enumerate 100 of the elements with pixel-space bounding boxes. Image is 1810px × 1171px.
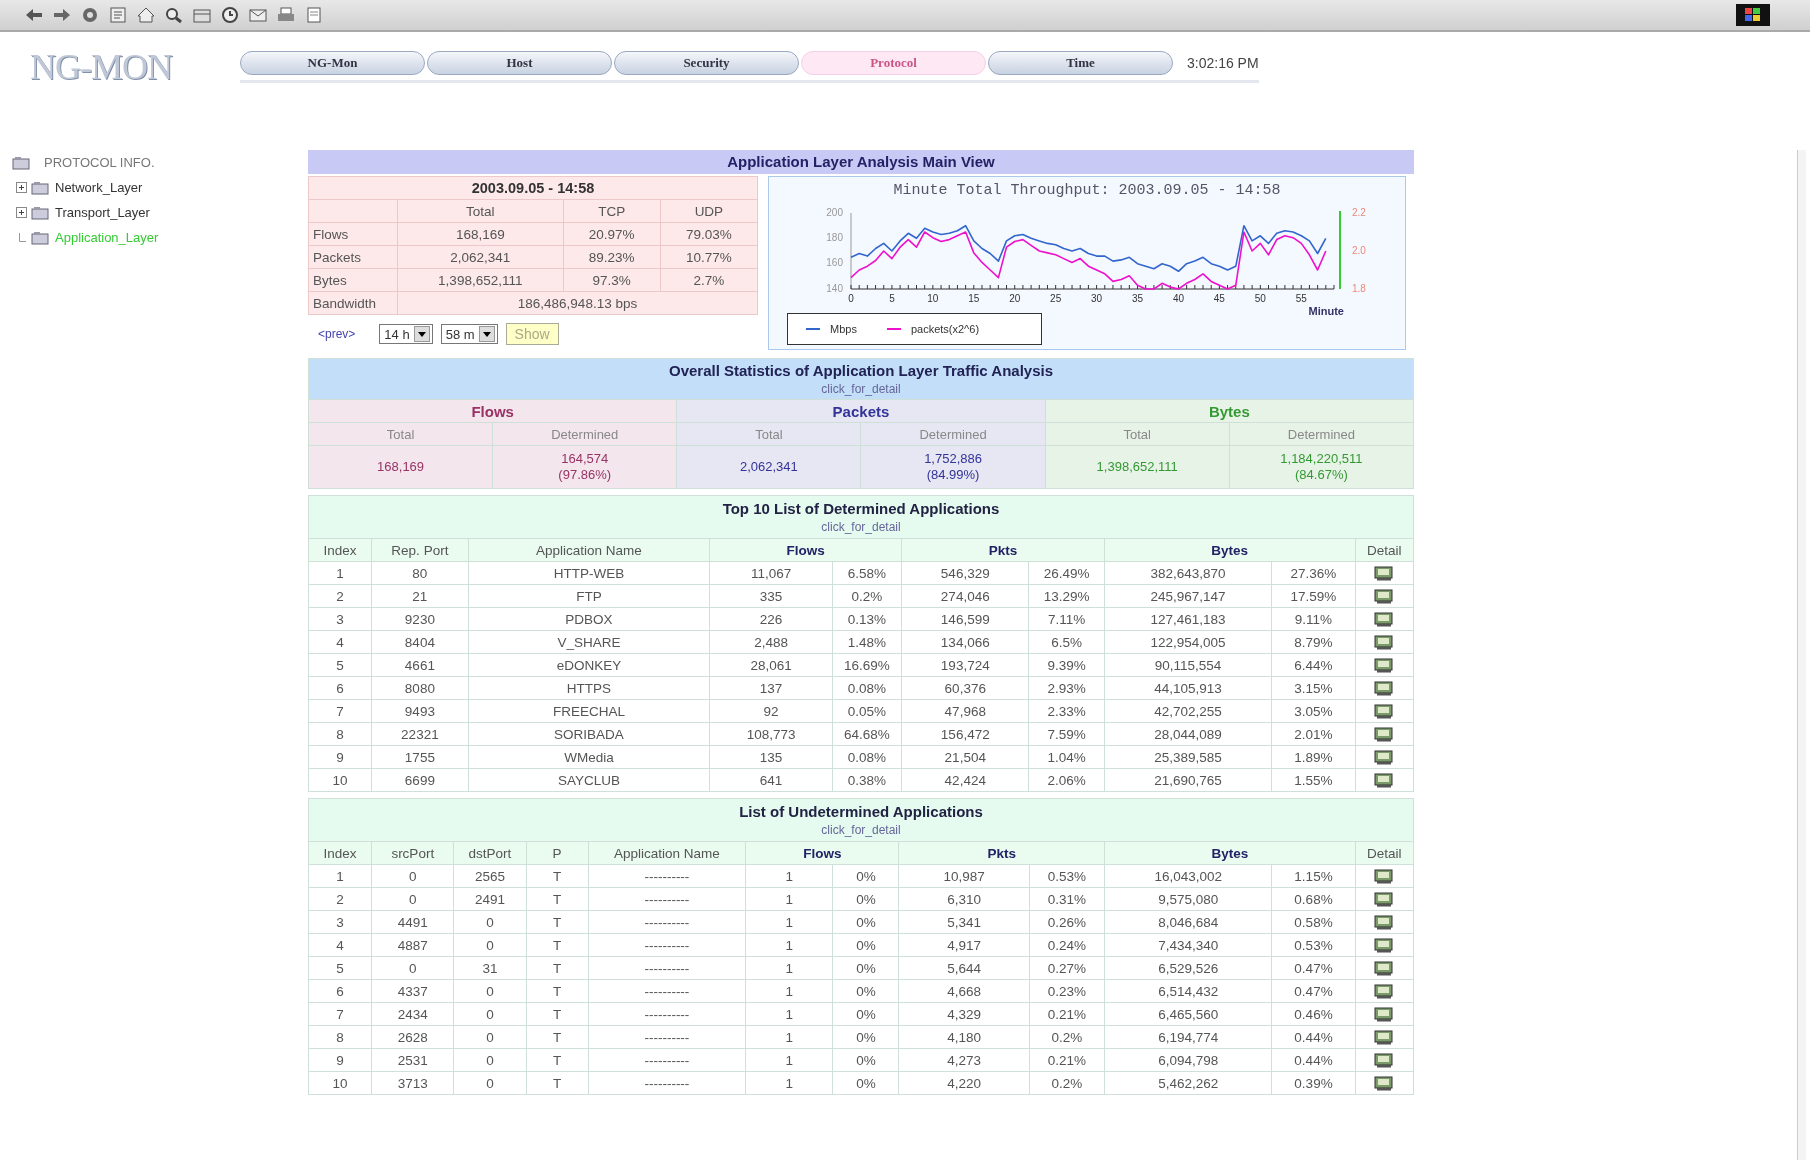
table-cell: 9 bbox=[308, 745, 372, 769]
nav-tab[interactable]: NG-Mon bbox=[240, 51, 425, 75]
monitor-icon[interactable] bbox=[1374, 749, 1395, 765]
table-cell: 21,690,765 bbox=[1104, 768, 1272, 792]
table-cell: 97.3% bbox=[563, 268, 661, 292]
table-cell: 546,329 bbox=[901, 561, 1029, 585]
detail-link[interactable]: click_for_detail bbox=[821, 382, 901, 396]
table-cell: 3 bbox=[308, 910, 372, 934]
page-icon[interactable] bbox=[304, 6, 324, 24]
house-icon[interactable] bbox=[136, 6, 156, 24]
monitor-icon[interactable] bbox=[1374, 565, 1395, 581]
legend-label: packets(x2^6) bbox=[910, 323, 980, 335]
table-cell: 6.44% bbox=[1271, 653, 1356, 677]
table-cell: 27.36% bbox=[1271, 561, 1356, 585]
table-cell: eDONKEY bbox=[468, 653, 710, 677]
detail-link[interactable]: click_for_detail bbox=[821, 823, 901, 837]
table-cell: 16.69% bbox=[832, 653, 902, 677]
x-tick-label: 5 bbox=[889, 293, 896, 304]
table-cell: 6,514,432 bbox=[1104, 979, 1272, 1003]
table-cell: T bbox=[526, 1071, 589, 1095]
tree-root[interactable]: PROTOCOL INFO. bbox=[44, 155, 155, 170]
y-tick-label: 160 bbox=[826, 257, 844, 269]
minute-select[interactable]: 58 m bbox=[440, 324, 498, 344]
monitor-icon[interactable] bbox=[1374, 914, 1395, 930]
column-header: Total bbox=[308, 422, 493, 446]
table-cell: ---------- bbox=[588, 887, 746, 911]
x-tick-label: 50 bbox=[1254, 293, 1267, 304]
table-cell: 2,488 bbox=[709, 630, 833, 654]
table-cell: 0.08% bbox=[832, 676, 902, 700]
table-cell: 2434 bbox=[371, 1002, 454, 1026]
printer-icon[interactable] bbox=[276, 6, 296, 24]
cell-percent: (97.86%) bbox=[557, 467, 613, 483]
monitor-icon[interactable] bbox=[1374, 657, 1395, 673]
monitor-icon[interactable] bbox=[1374, 680, 1395, 696]
right-arrow-icon[interactable] bbox=[52, 6, 72, 24]
table-cell: 20.97% bbox=[563, 222, 661, 246]
table-cell: 10 bbox=[308, 768, 372, 792]
table-cell: 1 bbox=[745, 1071, 833, 1095]
table-cell: 137 bbox=[709, 676, 833, 700]
table-cell: 9230 bbox=[371, 607, 469, 631]
table-cell: T bbox=[526, 1025, 589, 1049]
clock-icon[interactable] bbox=[220, 6, 240, 24]
nav-tab[interactable]: Host bbox=[427, 51, 612, 75]
table-cell: 22321 bbox=[371, 722, 469, 746]
table-cell: 5,644 bbox=[898, 956, 1030, 980]
table-cell: 0 bbox=[371, 887, 454, 911]
cell-value: 1,752,886 bbox=[923, 451, 983, 467]
left-arrow-icon[interactable] bbox=[24, 6, 44, 24]
group-header: Bytes bbox=[1045, 399, 1414, 423]
monitor-icon[interactable] bbox=[1374, 983, 1395, 999]
monitor-icon[interactable] bbox=[1374, 960, 1395, 976]
x-tick-label: 45 bbox=[1213, 293, 1226, 304]
table-cell: 8404 bbox=[371, 630, 469, 654]
table-cell: 0.05% bbox=[832, 699, 902, 723]
monitor-icon[interactable] bbox=[1374, 611, 1395, 627]
scroll-bar[interactable] bbox=[1797, 150, 1806, 1160]
detail-link[interactable]: click_for_detail bbox=[821, 520, 901, 534]
table-cell: T bbox=[526, 1048, 589, 1072]
table-cell: 0.58% bbox=[1271, 910, 1356, 934]
x-tick-label: 25 bbox=[1050, 293, 1062, 304]
monitor-icon[interactable] bbox=[1374, 726, 1395, 742]
monitor-icon[interactable] bbox=[1374, 703, 1395, 719]
table-cell: T bbox=[526, 1002, 589, 1026]
tree-item[interactable]: Transport_Layer bbox=[55, 205, 150, 220]
group-header: Packets bbox=[676, 399, 1046, 423]
tree-item[interactable]: Network_Layer bbox=[55, 180, 143, 195]
envelope-icon[interactable] bbox=[248, 6, 268, 24]
table-cell: 1.04% bbox=[1029, 745, 1105, 769]
monitor-icon[interactable] bbox=[1374, 1029, 1395, 1045]
column-header: Application Name bbox=[468, 538, 710, 562]
monitor-icon[interactable] bbox=[1374, 772, 1395, 788]
prev-link[interactable]: <prev> bbox=[318, 327, 356, 341]
table-cell: 0.2% bbox=[1029, 1025, 1105, 1049]
monitor-icon[interactable] bbox=[1374, 1075, 1395, 1091]
monitor-icon[interactable] bbox=[1374, 891, 1395, 907]
table-cell: 7 bbox=[308, 1002, 372, 1026]
row-label: Bandwidth bbox=[308, 291, 398, 315]
monitor-icon[interactable] bbox=[1374, 634, 1395, 650]
nav-tab[interactable]: Security bbox=[614, 51, 799, 75]
search-icon[interactable] bbox=[164, 6, 184, 24]
table-cell: 44,105,913 bbox=[1104, 676, 1272, 700]
expand-icon[interactable] bbox=[16, 207, 27, 218]
table-cell: 0 bbox=[453, 1002, 527, 1026]
hour-select[interactable]: 14 h bbox=[379, 324, 433, 344]
monitor-icon[interactable] bbox=[1374, 588, 1395, 604]
monitor-icon[interactable] bbox=[1374, 1052, 1395, 1068]
expand-icon[interactable] bbox=[16, 182, 27, 193]
column-header: Flows bbox=[709, 538, 902, 562]
table-cell: 0.27% bbox=[1029, 956, 1105, 980]
monitor-icon[interactable] bbox=[1374, 868, 1395, 884]
table-cell: 7.59% bbox=[1029, 722, 1105, 746]
table-cell: 7,434,340 bbox=[1104, 933, 1272, 957]
table-cell: 0.2% bbox=[832, 584, 902, 608]
monitor-icon[interactable] bbox=[1374, 937, 1395, 953]
table-cell: 0.68% bbox=[1271, 887, 1356, 911]
nav-tab[interactable]: Time bbox=[988, 51, 1173, 75]
table-cell: 2.01% bbox=[1271, 722, 1356, 746]
table-cell: 4661 bbox=[371, 653, 469, 677]
table-cell: 0.44% bbox=[1271, 1025, 1356, 1049]
monitor-icon[interactable] bbox=[1374, 1006, 1395, 1022]
